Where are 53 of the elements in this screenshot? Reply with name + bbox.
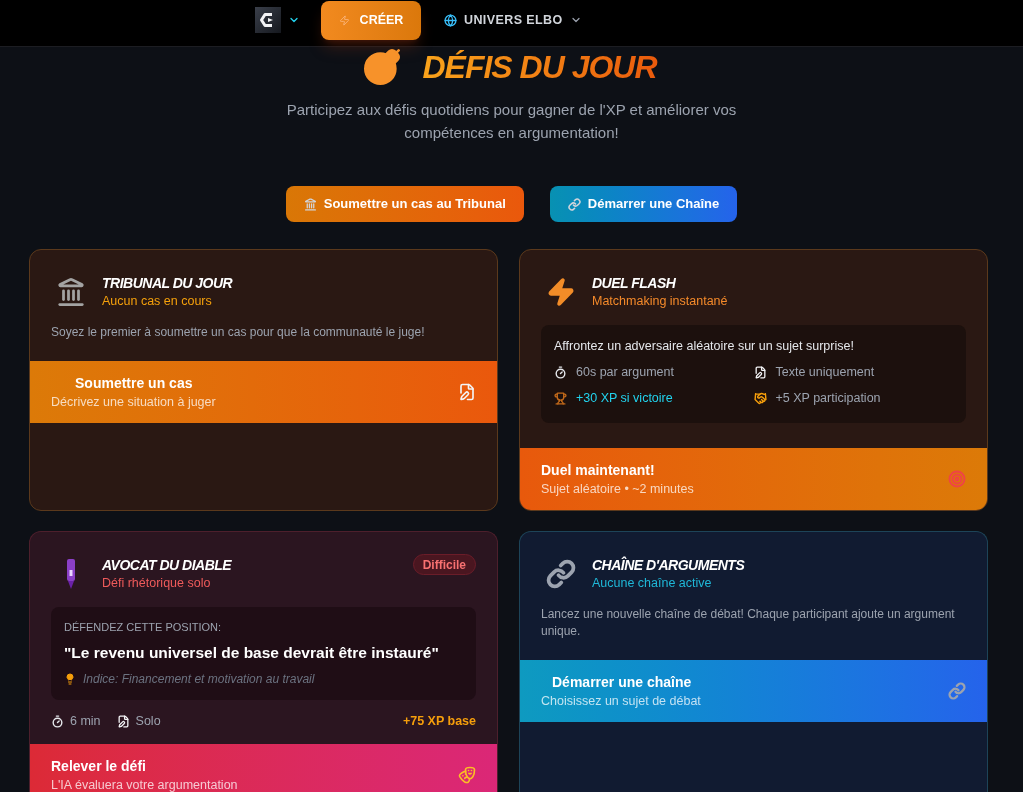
action-button[interactable]: Duel maintenant! Sujet aléatoire • ~2 minutes bbox=[520, 448, 987, 510]
logo-icon bbox=[255, 7, 281, 33]
hint-text: Indice: Financement et motivation au travail bbox=[83, 671, 315, 688]
card-title: TRIBUNAL DU JOUR bbox=[102, 274, 233, 292]
card-subtitle: Aucun cas en cours bbox=[102, 293, 213, 310]
card-title: DUEL FLASH bbox=[592, 274, 677, 292]
card-subtitle: Matchmaking instantané bbox=[592, 293, 728, 310]
stopwatch-icon bbox=[554, 365, 567, 379]
xp-reward: +75 XP base bbox=[402, 713, 476, 730]
lightbulb-icon bbox=[64, 673, 76, 685]
universe-menu[interactable]: UNIVERS ELBO bbox=[444, 0, 582, 40]
feature-text: Texte uniquement bbox=[775, 364, 875, 381]
chain-link-icon bbox=[546, 559, 576, 589]
feature-text: +5 XP participation bbox=[775, 390, 881, 407]
card-title: AVOCAT DU DIABLE bbox=[102, 556, 232, 574]
bomb-icon bbox=[362, 47, 403, 87]
page-subtitle: Participez aux défis quotidiens pour gagner de l'XP et améliorer vos compétences en argumentation! bbox=[285, 100, 738, 143]
quick-action-button[interactable]: Soumettre un cas au Tribunal bbox=[285, 186, 524, 222]
card-description: Lancez une nouvelle chaîne de débat! Chaque participant ajoute un argument unique. bbox=[541, 606, 956, 640]
bank-building-icon bbox=[56, 277, 86, 307]
memo-icon bbox=[116, 714, 130, 728]
position-quote: "Le revenu universel de base devrait être instauré" bbox=[64, 643, 440, 663]
pen-icon bbox=[66, 559, 76, 589]
meta-text: Solo bbox=[135, 713, 161, 730]
card-title: CHAÎNE D'ARGUMENTS bbox=[592, 556, 745, 574]
card-description: Soyez le premier à soumettre un cas pour que la communauté le juge! bbox=[51, 324, 426, 341]
target-icon bbox=[948, 470, 966, 488]
card-subtitle: Aucune chaîne active bbox=[592, 575, 713, 592]
action-button[interactable]: Relever le défi L'IA évaluera votre argumentation bbox=[30, 744, 497, 792]
globe-icon bbox=[444, 13, 457, 27]
logo-menu-button[interactable] bbox=[255, 7, 300, 33]
stopwatch-icon bbox=[51, 714, 64, 728]
feature-text: 60s par argument bbox=[576, 364, 674, 381]
theater-masks-icon bbox=[458, 766, 476, 784]
feature-text: +30 XP si victoire bbox=[576, 390, 673, 407]
create-button[interactable]: CRÉER bbox=[321, 1, 421, 40]
position-label: DÉFENDEZ CETTE POSITION: bbox=[64, 620, 223, 635]
action-button[interactable]: Soumettre un cas Décrivez une situation à juger bbox=[30, 361, 497, 423]
bank-building-icon bbox=[303, 197, 317, 211]
memo-icon bbox=[753, 365, 767, 379]
chain-link-icon bbox=[948, 682, 966, 700]
chain-link-icon bbox=[567, 197, 581, 211]
handshake-icon bbox=[753, 391, 767, 405]
memo-icon bbox=[458, 383, 476, 401]
card-subtitle: Défi rhétorique solo bbox=[102, 575, 212, 592]
trophy-icon bbox=[554, 391, 567, 405]
difficulty-badge: Difficile bbox=[412, 554, 476, 575]
lightning-icon bbox=[338, 15, 350, 26]
lightning-icon bbox=[546, 277, 576, 307]
action-button[interactable]: Démarrer une chaîne Choisissez un sujet de débat bbox=[520, 660, 987, 722]
quick-action-button[interactable]: Démarrer une Chaîne bbox=[549, 186, 738, 222]
panel-text: Affrontez un adversaire aléatoire sur un sujet surprise! bbox=[554, 338, 855, 355]
meta-text: 6 min bbox=[70, 713, 101, 730]
